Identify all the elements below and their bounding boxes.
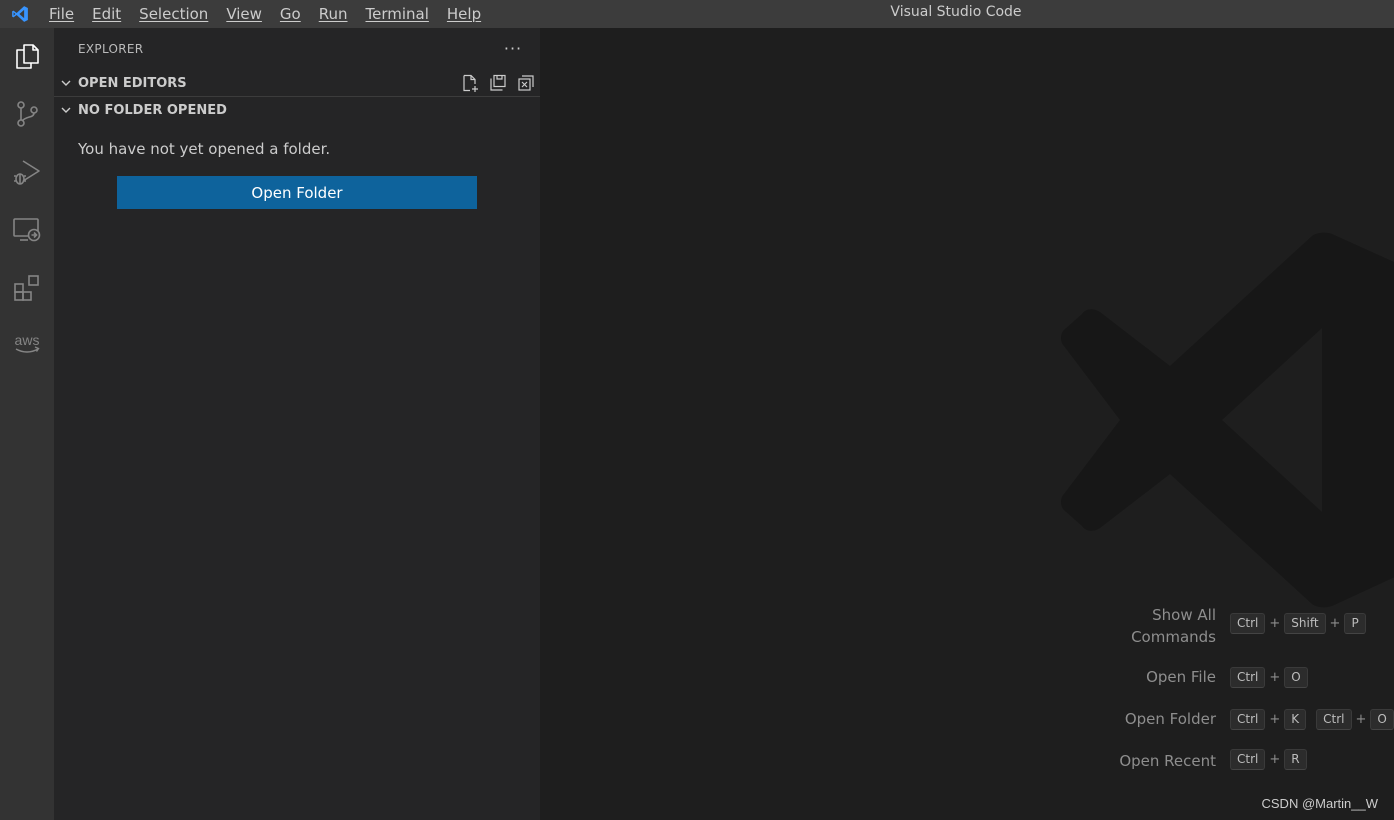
remote-explorer-button[interactable]: [0, 206, 54, 254]
shortcut-keys: Ctrl + Shift + P: [1230, 613, 1366, 634]
vscode-logo-icon[interactable]: [0, 0, 40, 28]
shortcut-label: Open Folder: [1124, 710, 1216, 728]
watermark-credit: CSDN @Martin__W: [1261, 796, 1379, 811]
shortcut-label: Open Recent: [1119, 752, 1216, 770]
key-badge: P: [1344, 613, 1366, 634]
key-badge: Ctrl: [1230, 613, 1266, 634]
run-debug-button[interactable]: [0, 148, 54, 196]
files-icon: [16, 44, 39, 69]
vscode-watermark-icon: [1061, 232, 1394, 608]
aws-icon: aws: [15, 332, 40, 353]
key-badge: Ctrl: [1230, 709, 1266, 730]
svg-text:aws: aws: [15, 332, 40, 348]
key-badge: Ctrl: [1230, 667, 1266, 688]
shortcut-keys: Ctrl + O: [1230, 667, 1308, 688]
key-badge: O: [1370, 709, 1394, 730]
menu-file[interactable]: File: [40, 0, 83, 28]
menu-run[interactable]: Run: [310, 0, 357, 28]
menu-edit[interactable]: Edit: [83, 0, 130, 28]
remote-explorer-icon: [13, 218, 41, 242]
new-untitled-file-icon[interactable]: [456, 71, 484, 95]
save-all-icon[interactable]: [484, 71, 512, 95]
key-badge: Ctrl: [1230, 749, 1266, 770]
no-folder-opened-label: NO FOLDER OPENED: [78, 102, 227, 118]
key-badge: R: [1284, 749, 1307, 770]
run-debug-icon: [14, 160, 40, 185]
chevron-down-icon: [54, 98, 78, 122]
open-editors-header[interactable]: OPEN EDITORS: [54, 71, 540, 95]
key-badge: Ctrl: [1316, 709, 1352, 730]
explorer-sidebar: EXPLORER ··· OPEN EDITORS NO FOLDER OPEN…: [54, 28, 540, 820]
sidebar-title: EXPLORER: [78, 42, 144, 56]
extensions-icon: [14, 275, 39, 301]
no-folder-message: You have not yet opened a folder.: [78, 140, 331, 158]
aws-button[interactable]: aws: [0, 320, 54, 368]
key-badge: K: [1284, 709, 1307, 730]
open-editors-label: OPEN EDITORS: [78, 75, 187, 91]
open-folder-button[interactable]: Open Folder: [117, 176, 477, 209]
open-editors-actions: [456, 71, 540, 95]
shortcut-label: Open File: [1146, 668, 1216, 686]
shortcut-open-file: Open File Ctrl + O: [540, 666, 1394, 690]
shortcut-keys: Ctrl + R: [1230, 749, 1307, 770]
menu-selection[interactable]: Selection: [130, 0, 217, 28]
section-divider: [54, 96, 540, 97]
menu-help[interactable]: Help: [438, 0, 490, 28]
editor-area: Show All Commands Ctrl + Shift + P Open …: [540, 28, 1394, 820]
title-bar: File Edit Selection View Go Run Terminal…: [0, 0, 1394, 28]
chevron-down-icon: [54, 71, 78, 95]
menu-bar: File Edit Selection View Go Run Terminal…: [40, 0, 490, 28]
more-actions-icon[interactable]: ···: [501, 36, 525, 60]
menu-terminal[interactable]: Terminal: [357, 0, 438, 28]
activity-bar: aws: [0, 28, 54, 820]
shortcut-keys: Ctrl + K Ctrl + O: [1230, 709, 1394, 730]
shortcut-open-folder: Open Folder Ctrl + K Ctrl + O: [540, 708, 1394, 732]
menu-go[interactable]: Go: [271, 0, 310, 28]
source-control-button[interactable]: [0, 90, 54, 138]
extensions-button[interactable]: [0, 264, 54, 312]
key-badge: O: [1284, 667, 1308, 688]
menu-view[interactable]: View: [217, 0, 271, 28]
key-badge: Shift: [1284, 613, 1326, 634]
shortcut-open-recent: Open Recent Ctrl + R: [540, 749, 1394, 774]
source-control-icon: [17, 101, 38, 127]
shortcut-show-all-commands: Show All Commands Ctrl + Shift + P: [540, 604, 1394, 646]
shortcut-label: Show All Commands: [1131, 606, 1216, 646]
no-folder-opened-header[interactable]: NO FOLDER OPENED: [54, 98, 540, 122]
close-all-icon[interactable]: [512, 71, 540, 95]
explorer-button[interactable]: [0, 32, 54, 80]
